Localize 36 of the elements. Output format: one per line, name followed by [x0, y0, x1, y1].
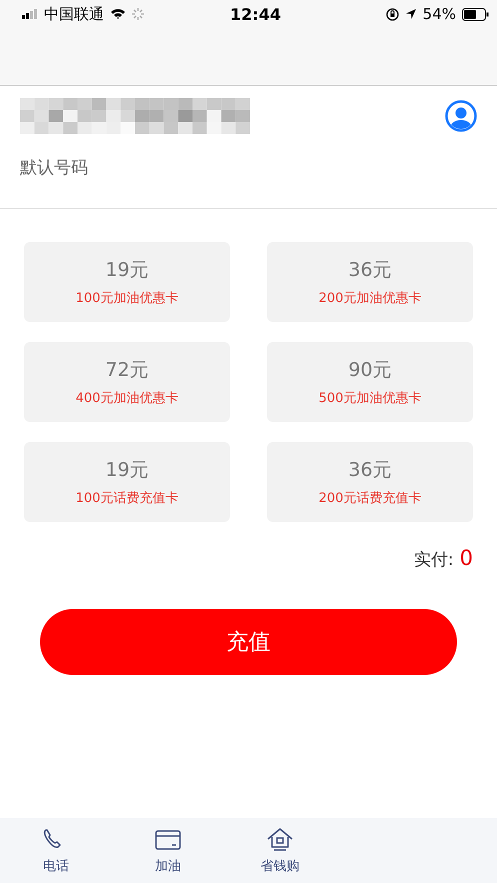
- card-description: 400元加油优惠卡: [76, 390, 178, 407]
- tab-item[interactable]: 电话: [0, 818, 112, 883]
- battery-percent: 54%: [422, 5, 456, 23]
- card-description: 100元加油优惠卡: [76, 290, 178, 307]
- battery-icon: [462, 8, 489, 20]
- signal-icon: [22, 9, 38, 19]
- price-text: 19元: [105, 258, 149, 283]
- clock-time: 12:44: [230, 4, 281, 24]
- recharge-button[interactable]: 充值: [40, 609, 457, 675]
- price-text: 90元: [348, 358, 392, 383]
- recharge-option-card[interactable]: 90元 500元加油优惠卡: [267, 342, 473, 422]
- recharge-option-card[interactable]: 19元 100元加油优惠卡: [24, 242, 230, 322]
- price-text: 36元: [348, 458, 392, 483]
- user-avatar-icon[interactable]: [445, 100, 477, 132]
- card-description: 100元话费充值卡: [76, 490, 178, 507]
- recharge-option-card[interactable]: 36元 200元加油优惠卡: [267, 242, 473, 322]
- house-icon: [266, 826, 294, 852]
- wifi-icon: [110, 8, 126, 20]
- default-number-label: 默认号码: [20, 157, 88, 179]
- price-text: 19元: [105, 458, 149, 483]
- price-text: 72元: [105, 358, 149, 383]
- card-description: 500元加油优惠卡: [318, 390, 422, 407]
- loading-icon: [132, 8, 144, 20]
- price-text: 36元: [348, 258, 392, 283]
- rotation-lock-icon: [386, 8, 399, 20]
- recharge-option-card[interactable]: 19元 100元话费充值卡: [24, 442, 230, 522]
- recharge-option-card[interactable]: 36元 200元话费充值卡: [267, 442, 473, 522]
- tab-item[interactable]: 加油: [112, 818, 224, 883]
- card-description: 200元加油优惠卡: [318, 290, 422, 307]
- carrier-name: 中国联通: [44, 4, 104, 24]
- total-amount: 0: [460, 546, 473, 570]
- card-description: 200元话费充值卡: [318, 490, 422, 507]
- total-label: 实付:: [414, 549, 454, 571]
- location-icon: [404, 8, 417, 20]
- recharge-option-card[interactable]: 72元 400元加油优惠卡: [24, 342, 230, 422]
- tab-item[interactable]: 省钱购: [224, 818, 336, 883]
